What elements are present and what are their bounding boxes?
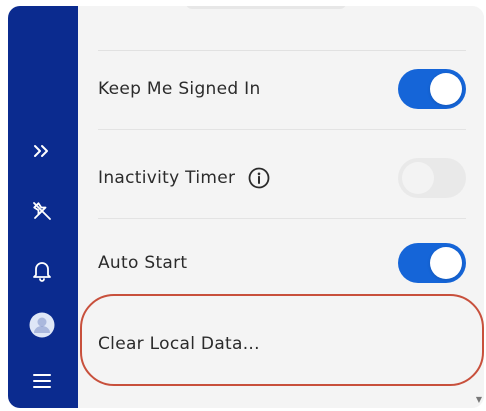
scroll-down-arrow-icon[interactable]: ▼ <box>476 395 482 404</box>
settings-panel: Keep Me Signed In Inactivity Timer Auto … <box>78 6 484 408</box>
auto-start-toggle[interactable] <box>398 243 466 283</box>
keep-signed-in-label: Keep Me Signed In <box>98 79 261 99</box>
keep-signed-in-row: Keep Me Signed In <box>98 57 466 121</box>
toggle-knob <box>430 73 462 105</box>
auto-start-label: Auto Start <box>98 253 188 273</box>
previous-setting-row <box>98 6 466 51</box>
settings-window: Keep Me Signed In Inactivity Timer Auto … <box>8 6 484 408</box>
clear-local-data-button[interactable]: Clear Local Data... <box>98 314 466 374</box>
keep-signed-in-toggle[interactable] <box>398 69 466 109</box>
toggle-knob <box>402 162 434 194</box>
inactivity-timer-label-group: Inactivity Timer <box>98 166 271 190</box>
hamburger-menu-icon[interactable] <box>25 364 59 398</box>
sidebar <box>8 6 78 408</box>
inactivity-timer-row: Inactivity Timer <box>98 146 466 210</box>
inactivity-timer-label: Inactivity Timer <box>98 168 236 188</box>
clear-local-data-label: Clear Local Data... <box>98 334 260 354</box>
auto-start-row: Auto Start <box>98 231 466 295</box>
inactivity-timer-toggle[interactable] <box>398 158 466 198</box>
info-icon[interactable] <box>247 166 271 190</box>
toggle-knob <box>430 247 462 279</box>
bell-icon[interactable] <box>25 254 59 288</box>
clipped-setting-text <box>186 6 346 9</box>
user-avatar-icon[interactable] <box>25 308 59 342</box>
unpin-icon[interactable] <box>25 194 59 228</box>
divider <box>98 129 466 130</box>
divider <box>98 218 466 219</box>
double-chevron-right-icon[interactable] <box>25 134 59 168</box>
